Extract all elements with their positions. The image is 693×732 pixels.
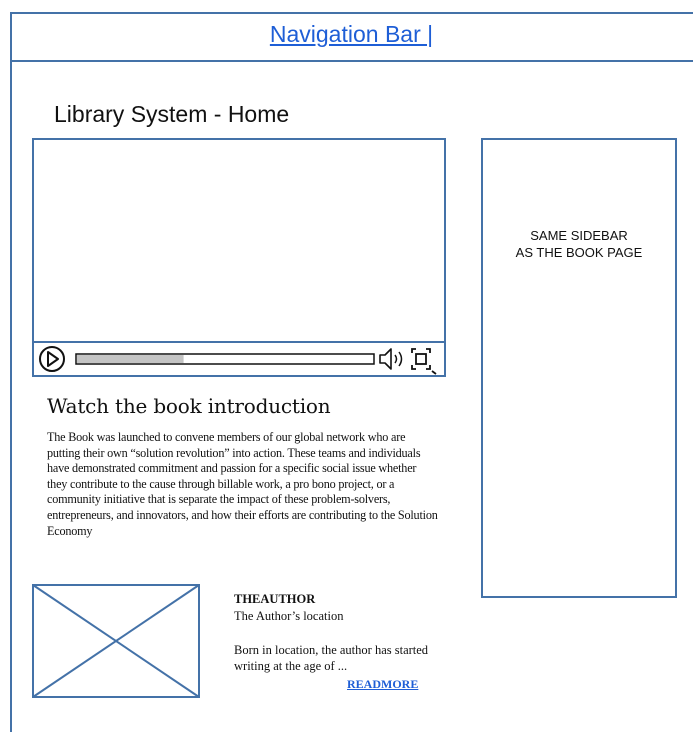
video-controls (34, 343, 444, 375)
intro-description: The Book was launched to convene members… (47, 430, 438, 538)
video-player[interactable] (32, 138, 446, 377)
author-bio: Born in location, the author has started… (234, 643, 429, 673)
navigation-bar: Navigation Bar | (10, 12, 693, 62)
author-name: THEAUTHOR (234, 592, 316, 606)
sidebar-placeholder-text: SAME SIDEBAR AS THE BOOK PAGE (515, 228, 643, 260)
page-title: Library System - Home (54, 101, 290, 127)
author-location: The Author’s location (234, 609, 344, 623)
video-controls-graphic (39, 346, 437, 375)
sidebar: SAME SIDEBAR AS THE BOOK PAGE (481, 138, 677, 598)
play-icon[interactable] (39, 346, 65, 372)
progress-bar[interactable] (75, 353, 375, 365)
nav-link[interactable]: Navigation Bar | (10, 21, 693, 48)
intro-heading: Watch the book introduction (47, 394, 331, 418)
volume-icon[interactable] (379, 348, 403, 370)
fullscreen-icon[interactable] (411, 348, 437, 375)
author-image-placeholder (32, 584, 200, 698)
read-more-link[interactable]: READMORE (347, 677, 418, 692)
progress-fill (77, 355, 184, 363)
